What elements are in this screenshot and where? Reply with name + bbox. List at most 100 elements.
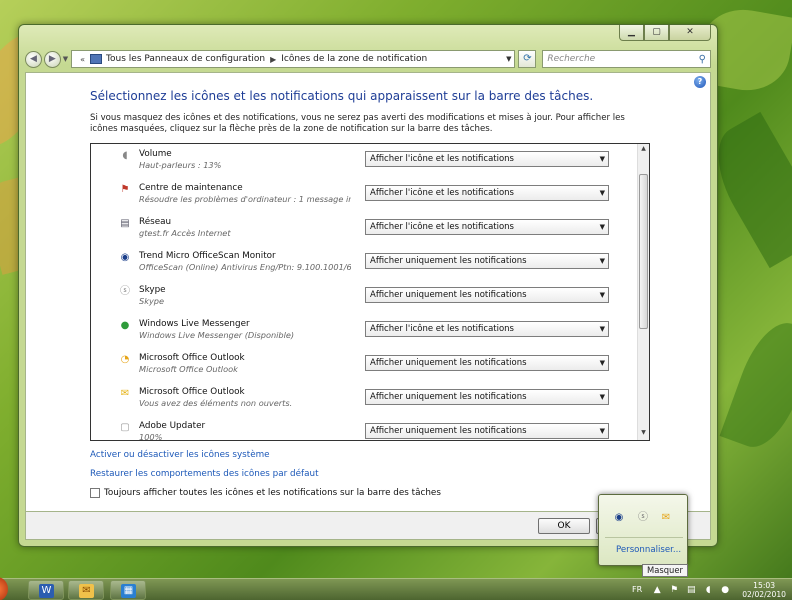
minimize-button[interactable]: ▁ — [619, 25, 644, 41]
refresh-button[interactable]: ⟳ — [518, 50, 537, 68]
behavior-select[interactable]: Afficher uniquement les notifications ▼ — [365, 355, 609, 371]
envelope-icon: ✉ — [120, 388, 130, 399]
behavior-select[interactable]: Afficher uniquement les notifications ▼ — [365, 253, 609, 269]
item-name: Skype — [139, 285, 166, 295]
dropdown-arrow-icon: ▼ — [599, 223, 605, 231]
network-icon: ▤ — [120, 218, 130, 229]
behavior-select[interactable]: Afficher l'icône et les notifications ▼ — [365, 321, 609, 337]
taskbar-outlook-button[interactable]: ✉ — [68, 580, 104, 600]
dropdown-arrow-icon: ▼ — [599, 291, 605, 299]
address-dropdown-icon[interactable]: ▼ — [506, 55, 511, 63]
list-item: ▢ Adobe Updater 100% Afficher uniquement le… — [91, 416, 649, 441]
dropdown-arrow-icon: ▼ — [599, 257, 605, 265]
behavior-select[interactable]: Afficher l'icône et les notifications ▼ — [365, 151, 609, 167]
breadcrumb-arrow-icon[interactable]: ▶ — [270, 55, 276, 64]
forward-button[interactable]: ▶ — [43, 50, 61, 68]
breadcrumb-all-control-panels[interactable]: Tous les Panneaux de configuration — [106, 54, 265, 64]
item-name: Windows Live Messenger — [139, 319, 250, 329]
item-description: Microsoft Office Outlook — [139, 364, 238, 374]
outlook-icon: ✉ — [79, 584, 94, 598]
page-title: Sélectionnez les icônes et les notificat… — [90, 89, 594, 103]
dropdown-arrow-icon: ▼ — [599, 427, 605, 435]
close-button[interactable]: ✕ — [669, 25, 711, 41]
recent-pages-dropdown[interactable]: ▼ — [63, 55, 68, 63]
language-indicator[interactable]: FR — [632, 585, 642, 594]
item-description: gtest.fr Accès Internet — [139, 228, 231, 238]
behavior-value: Afficher l'icône et les notifications — [370, 154, 514, 164]
dropdown-arrow-icon: ▼ — [599, 189, 605, 197]
network-icon[interactable]: ▤ — [685, 584, 697, 596]
search-input[interactable]: Recherche ⚲ — [542, 50, 711, 68]
volume-icon[interactable]: ◖ — [702, 584, 714, 596]
scroll-up-icon[interactable]: ▲ — [639, 145, 648, 155]
action-center-flag-icon: ⚑ — [120, 184, 130, 195]
notification-icons-list: ◖ Volume Haut-parleurs : 13% Afficher l'icô… — [90, 143, 650, 441]
list-item: ✉ Microsoft Office Outlook Vous avez des é… — [91, 382, 649, 416]
search-icon[interactable]: ⚲ — [699, 54, 706, 65]
list-item: ◔ Microsoft Office Outlook Microsoft Offic… — [91, 348, 649, 382]
adobe-updater-icon: ▢ — [120, 422, 130, 433]
control-panel-icon — [90, 54, 103, 64]
item-description: Vous avez des éléments non ouverts. — [139, 398, 293, 408]
action-center-icon[interactable]: ⚑ — [668, 584, 680, 596]
item-description: Windows Live Messenger (Disponible) — [139, 330, 295, 340]
control-panel-window: ▁ ▢ ✕ ◀ ▶ ▼ « Tous les Panneaux de confi… — [18, 24, 718, 547]
item-name: Microsoft Office Outlook — [139, 353, 245, 363]
skype-icon: ⓢ — [120, 286, 130, 297]
taskbar-control-panel-button[interactable]: ▦ — [110, 580, 146, 600]
always-show-all-row[interactable]: Toujours afficher toutes les icônes et l… — [90, 488, 441, 498]
outlook-tray-icon[interactable]: ✉ — [659, 511, 673, 525]
list-scrollbar[interactable]: ▲ ▼ — [637, 144, 649, 440]
ok-button[interactable]: OK — [538, 518, 590, 534]
hide-tooltip: Masquer — [642, 564, 688, 577]
list-item: ▤ Réseau gtest.fr Accès Internet Afficher l… — [91, 212, 649, 246]
item-description: OfficeScan (Online) Antivirus Eng/Ptn: 9… — [139, 262, 351, 272]
search-placeholder: Recherche — [547, 54, 596, 64]
scroll-down-icon[interactable]: ▼ — [639, 429, 648, 439]
behavior-value: Afficher l'icône et les notifications — [370, 324, 514, 334]
clock[interactable]: 15:03 02/02/2010 — [742, 581, 786, 599]
breadcrumb-notification-icons[interactable]: Icônes de la zone de notification — [281, 54, 427, 64]
behavior-value: Afficher l'icône et les notifications — [370, 188, 514, 198]
address-bar[interactable]: « Tous les Panneaux de configuration ▶ I… — [71, 50, 516, 68]
item-name: Volume — [139, 149, 172, 159]
speaker-icon: ◖ — [122, 150, 128, 161]
show-hidden-icons-icon[interactable]: ▲ — [651, 584, 663, 596]
behavior-value: Afficher uniquement les notifications — [370, 426, 527, 436]
behavior-select[interactable]: Afficher l'icône et les notifications ▼ — [365, 185, 609, 201]
behavior-select[interactable]: Afficher uniquement les notifications ▼ — [365, 389, 609, 405]
navigation-bar: ◀ ▶ ▼ « Tous les Panneaux de configurati… — [25, 49, 711, 69]
taskbar: W ✉ ▦ FR ▲ ⚑ ▤ ◖ ● 15:03 02/02/2010 — [0, 577, 792, 600]
item-name: Adobe Updater — [139, 421, 206, 431]
word-icon: W — [39, 584, 54, 598]
behavior-value: Afficher uniquement les notifications — [370, 392, 527, 402]
back-button[interactable]: ◀ — [25, 50, 42, 68]
help-icon[interactable]: ? — [694, 76, 706, 88]
skype-tray-icon[interactable]: ⓢ — [636, 511, 650, 525]
officescan-tray-icon[interactable]: ◉ — [612, 511, 626, 525]
behavior-select[interactable]: Afficher uniquement les notifications ▼ — [365, 287, 609, 303]
behavior-select[interactable]: Afficher uniquement les notifications ▼ — [365, 423, 609, 439]
dropdown-arrow-icon: ▼ — [599, 393, 605, 401]
desktop-leaf — [719, 313, 792, 457]
restore-defaults-link[interactable]: Restaurer les comportements des icônes p… — [90, 469, 319, 479]
start-button[interactable] — [0, 577, 8, 600]
item-name: Trend Micro OfficeScan Monitor — [139, 251, 276, 261]
breadcrumb-overflow-icon[interactable]: « — [80, 55, 85, 64]
list-item: ⓢ Skype Skype Afficher uniquement les notif… — [91, 280, 649, 314]
notification-area: FR ▲ ⚑ ▤ ◖ ● 15:03 02/02/2010 — [632, 579, 792, 600]
always-show-all-checkbox[interactable] — [90, 488, 100, 498]
item-description: Résoudre les problèmes d'ordinateur : 1 … — [139, 194, 351, 204]
messenger-icon[interactable]: ● — [719, 584, 731, 596]
behavior-value: Afficher uniquement les notifications — [370, 358, 527, 368]
taskbar-word-button[interactable]: W — [28, 580, 64, 600]
item-description: 100% — [139, 432, 163, 441]
behavior-select[interactable]: Afficher l'icône et les notifications ▼ — [365, 219, 609, 235]
toggle-system-icons-link[interactable]: Activer ou désactiver les icônes système — [90, 450, 270, 460]
window-controls: ▁ ▢ ✕ — [619, 25, 711, 41]
customize-link[interactable]: Personnaliser... — [616, 545, 681, 555]
behavior-value: Afficher uniquement les notifications — [370, 256, 527, 266]
scroll-thumb[interactable] — [639, 174, 648, 329]
control-panel-icon: ▦ — [121, 584, 136, 598]
maximize-button[interactable]: ▢ — [644, 25, 669, 41]
